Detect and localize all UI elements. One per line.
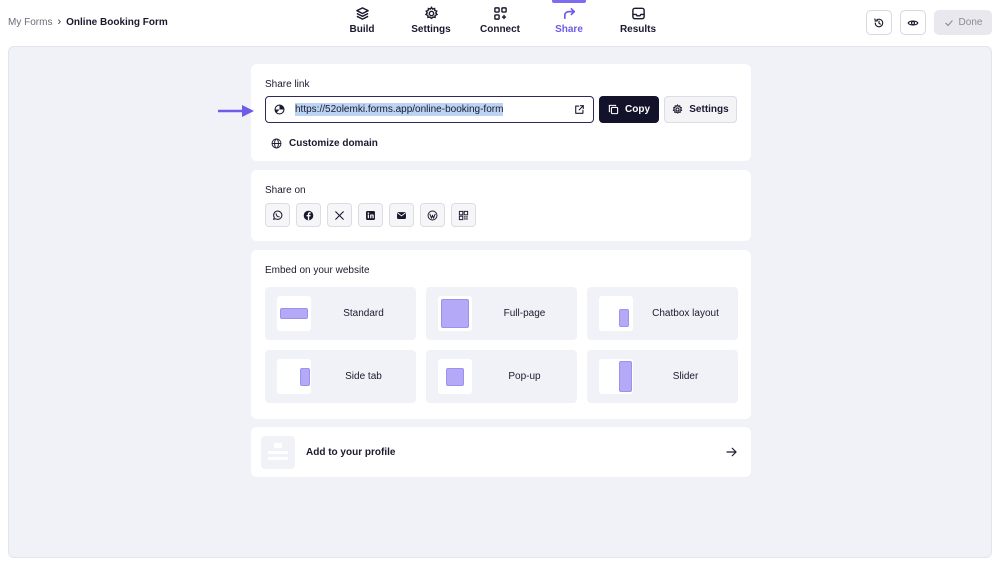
chatbox-layout-icon <box>619 309 629 327</box>
add-to-profile-label: Add to your profile <box>306 447 396 458</box>
customize-domain-link[interactable]: Customize domain <box>271 138 378 149</box>
embed-options: Standard Full-page Chatbox layout Side t… <box>265 287 738 403</box>
embed-full-page-preview <box>438 296 472 331</box>
side-tab-layout-icon <box>300 368 310 386</box>
slider-layout-icon <box>619 361 632 392</box>
share-url-text[interactable]: https://52olemki.forms.app/online-bookin… <box>295 103 504 116</box>
embed-pop-up[interactable]: Pop-up <box>426 350 577 403</box>
embed-slider[interactable]: Slider <box>587 350 738 403</box>
nav-share-label: Share <box>555 24 583 35</box>
share-link-title: Share link <box>265 79 310 90</box>
profile-placeholder-icon <box>268 443 288 460</box>
embed-standard-label: Standard <box>343 308 384 319</box>
nav-settings[interactable]: Settings <box>396 6 466 35</box>
embed-card: Embed on your website Standard Full-page… <box>251 250 751 419</box>
share-qr-button[interactable] <box>451 203 476 227</box>
gear-icon <box>424 6 438 20</box>
share-on-card: Share on <box>251 170 751 241</box>
history-button[interactable] <box>866 10 892 35</box>
standard-layout-icon <box>280 308 308 319</box>
copy-label: Copy <box>625 104 650 115</box>
nav-build-label: Build <box>349 24 375 35</box>
gear-icon <box>672 104 683 114</box>
nav-results[interactable]: Results <box>603 6 673 35</box>
embed-side-tab-preview <box>277 359 311 394</box>
link-settings-button[interactable]: Settings <box>664 96 737 123</box>
done-button[interactable]: Done <box>934 10 992 35</box>
embed-standard-preview <box>277 296 311 331</box>
share-x-button[interactable] <box>327 203 352 227</box>
embed-chatbox-preview <box>599 296 633 331</box>
share-panel: Share link https://52olemki.forms.app/on… <box>8 46 992 558</box>
email-icon <box>397 211 406 219</box>
embed-pop-up-label: Pop-up <box>508 371 541 382</box>
linkedin-icon <box>366 210 375 220</box>
share-on-title: Share on <box>265 185 306 196</box>
whatsapp-icon <box>272 210 283 220</box>
full-page-layout-icon <box>441 299 469 328</box>
eye-icon <box>907 19 919 26</box>
embed-title: Embed on your website <box>265 265 370 276</box>
nav-settings-label: Settings <box>411 24 451 35</box>
globe-icon <box>271 138 282 149</box>
share-linkedin-button[interactable] <box>358 203 383 227</box>
top-bar: My Forms › Online Booking Form Build Set… <box>0 0 1000 46</box>
share-link-card: Share link https://52olemki.forms.app/on… <box>251 64 751 161</box>
nav-results-label: Results <box>619 24 657 35</box>
copy-icon <box>608 104 619 115</box>
x-icon <box>335 210 344 220</box>
wordpress-icon <box>427 210 438 220</box>
nav-connect-label: Connect <box>480 24 520 35</box>
check-icon <box>944 19 953 26</box>
share-arrow-icon <box>563 7 575 20</box>
share-whatsapp-button[interactable] <box>265 203 290 227</box>
nav-connect[interactable]: Connect <box>465 6 535 35</box>
profile-preview <box>261 436 295 469</box>
embed-chatbox-layout[interactable]: Chatbox layout <box>587 287 738 340</box>
share-email-button[interactable] <box>389 203 414 227</box>
embed-full-page-label: Full-page <box>503 308 546 319</box>
share-url-field[interactable]: https://52olemki.forms.app/online-bookin… <box>265 96 594 123</box>
customize-domain-label: Customize domain <box>289 138 378 149</box>
embed-side-tab-label: Side tab <box>345 371 382 382</box>
share-facebook-button[interactable] <box>296 203 321 227</box>
annotation-arrow-icon <box>218 105 254 117</box>
embed-side-tab[interactable]: Side tab <box>265 350 416 403</box>
main-nav: Build Settings Connect Share Results <box>0 0 1000 42</box>
nav-build[interactable]: Build <box>327 6 397 35</box>
embed-slider-preview <box>599 359 633 394</box>
globe-pie-icon <box>274 104 285 115</box>
history-icon <box>874 17 884 27</box>
external-link-icon[interactable] <box>574 104 585 115</box>
embed-chatbox-label: Chatbox layout <box>652 308 719 319</box>
embed-pop-up-preview <box>438 359 472 394</box>
copy-button[interactable]: Copy <box>599 96 659 123</box>
embed-full-page[interactable]: Full-page <box>426 287 577 340</box>
embed-standard[interactable]: Standard <box>265 287 416 340</box>
layers-icon <box>355 7 369 20</box>
social-share-buttons <box>265 203 476 227</box>
facebook-icon <box>303 210 314 220</box>
arrow-right-icon[interactable] <box>725 446 738 458</box>
apps-plus-icon <box>493 7 507 20</box>
embed-slider-label: Slider <box>672 371 699 382</box>
share-wordpress-button[interactable] <box>420 203 445 227</box>
preview-button[interactable] <box>900 10 926 35</box>
add-to-profile-card[interactable]: Add to your profile <box>251 427 751 477</box>
done-label: Done <box>958 17 983 28</box>
inbox-icon <box>631 7 645 20</box>
settings-label: Settings <box>689 104 729 115</box>
active-tab-indicator <box>552 0 586 3</box>
nav-share[interactable]: Share <box>534 0 604 35</box>
pop-up-layout-icon <box>446 368 464 386</box>
qr-code-icon <box>458 210 469 220</box>
